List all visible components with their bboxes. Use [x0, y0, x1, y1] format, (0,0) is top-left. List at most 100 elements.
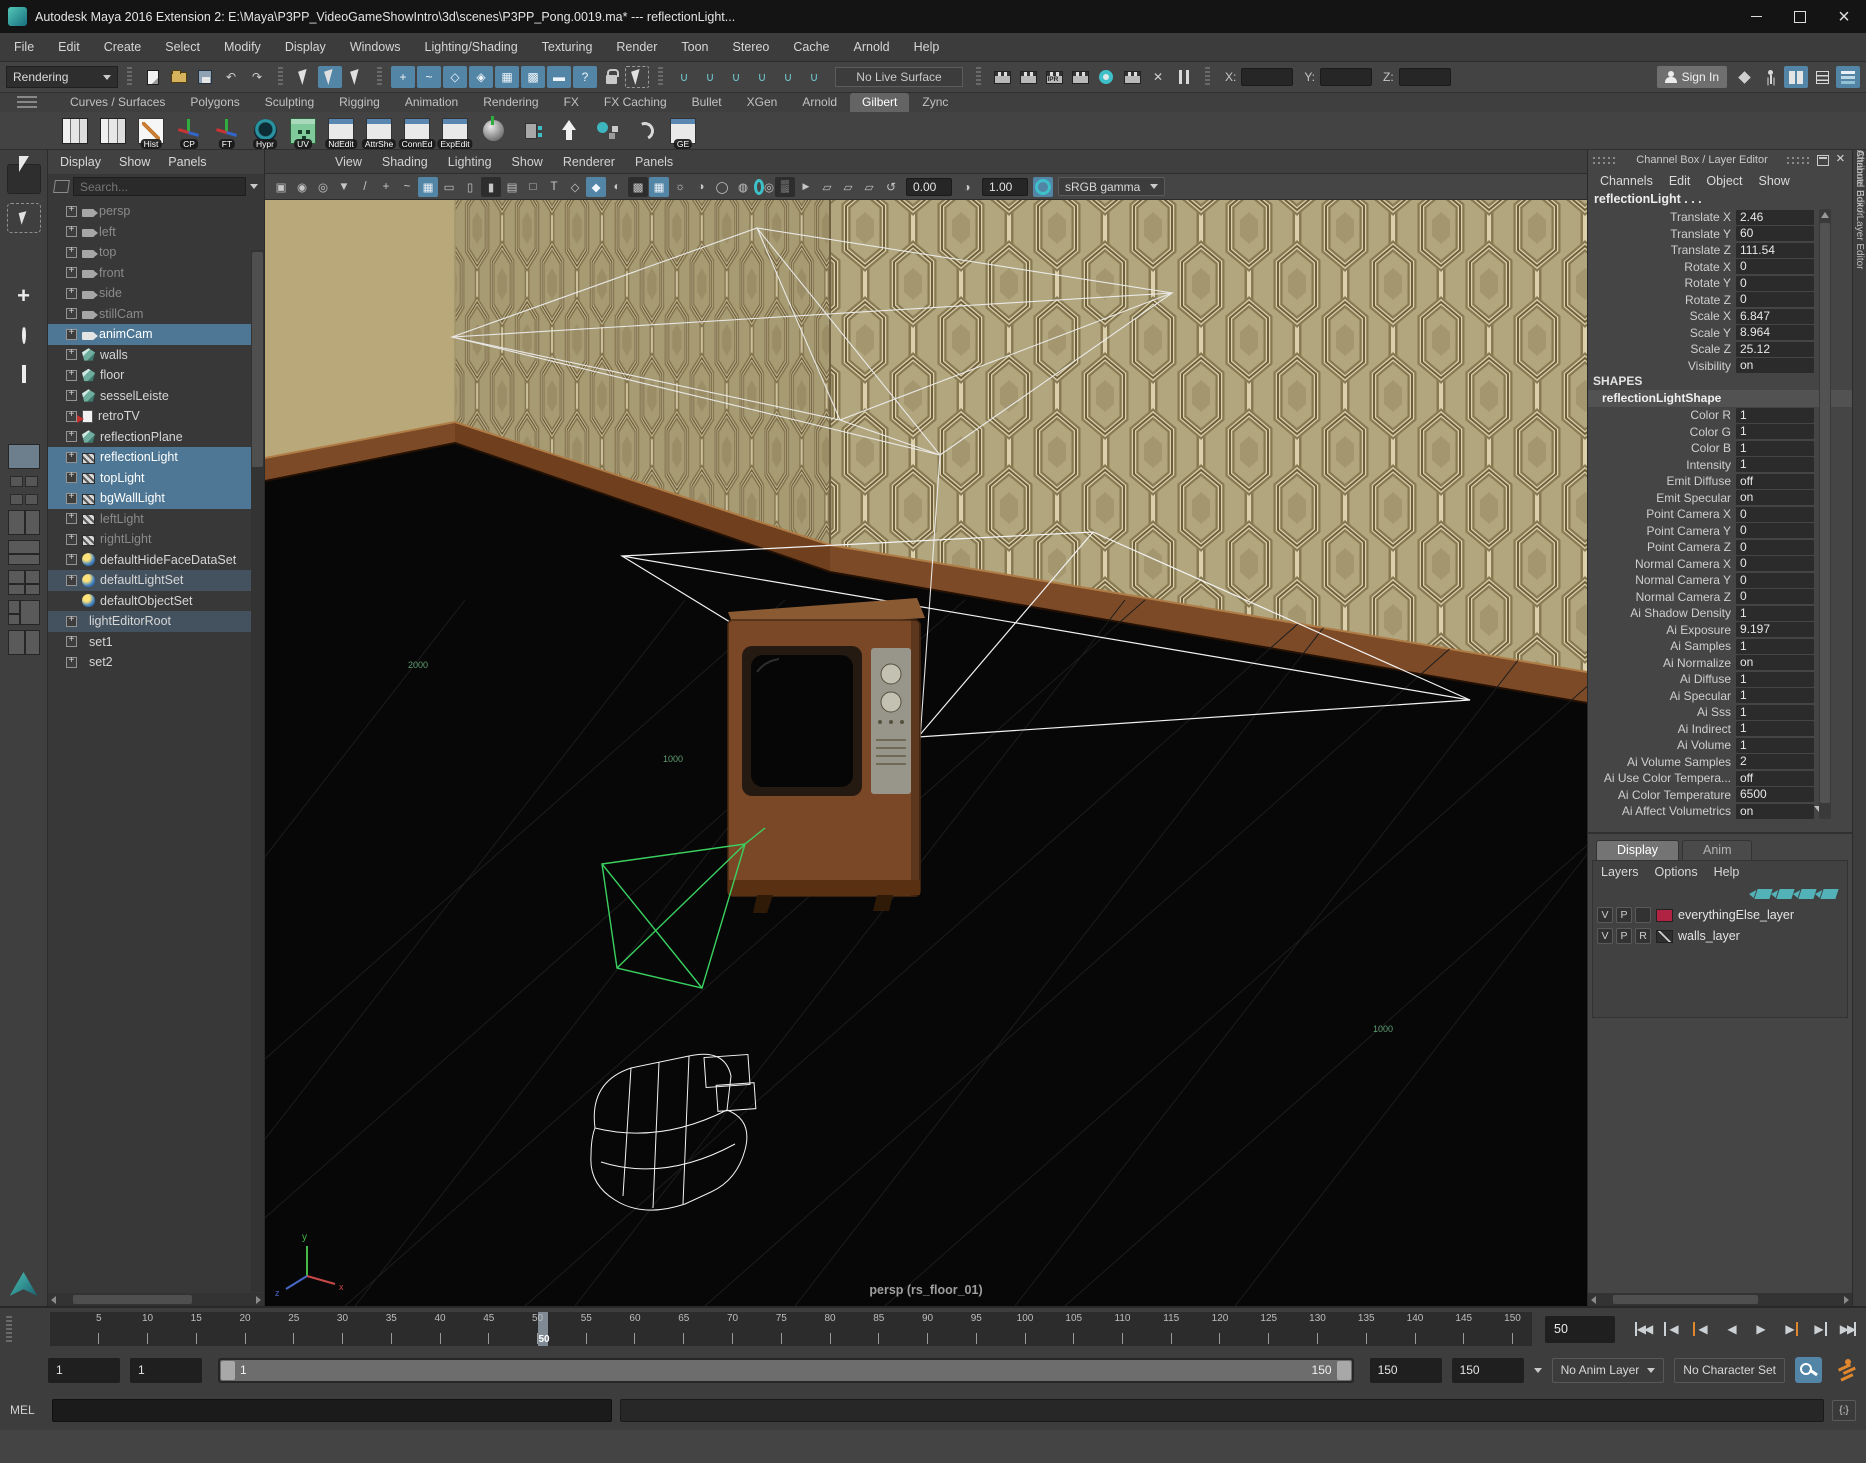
- animation-end-field[interactable]: 150: [1452, 1358, 1524, 1383]
- exposure-ring-icon[interactable]: ◎: [754, 177, 774, 197]
- outliner-item[interactable]: defaultObjectSet: [48, 591, 264, 612]
- safe-action-icon[interactable]: □: [523, 177, 543, 197]
- menu-item[interactable]: Lighting/Shading: [425, 40, 518, 54]
- textured-mode-icon[interactable]: ▩: [628, 177, 648, 197]
- create-layer-from-selected-icon[interactable]: [1820, 889, 1838, 899]
- panel-drag-handle[interactable]: [1593, 157, 1617, 164]
- outliner-item[interactable]: stillCam: [48, 304, 264, 325]
- outliner-menu[interactable]: Display: [60, 155, 101, 169]
- outliner-item[interactable]: left: [48, 222, 264, 243]
- layout-two-panes-stacked[interactable]: [8, 540, 40, 565]
- channel-row[interactable]: Point Camera X 0: [1588, 506, 1852, 523]
- range-end-handle[interactable]: [1337, 1361, 1351, 1380]
- channel-value-field[interactable]: 0: [1736, 276, 1814, 291]
- gamma-icon[interactable]: [957, 177, 977, 197]
- shelf-menu-icon[interactable]: [17, 96, 37, 110]
- chevron-down-icon[interactable]: [1534, 1368, 1542, 1373]
- launch-arnold[interactable]: ✕: [1146, 66, 1170, 88]
- channel-value-field[interactable]: 1: [1736, 408, 1814, 423]
- shelf-tab[interactable]: Sculpting: [253, 93, 326, 112]
- channel-box-toggle[interactable]: [1836, 66, 1860, 88]
- menu-item[interactable]: Texturing: [542, 40, 593, 54]
- channel-row[interactable]: Normal Camera Z 0: [1588, 589, 1852, 606]
- magnet-curve-snap[interactable]: ∪: [698, 66, 722, 88]
- channel-value-field[interactable]: 111.54: [1736, 243, 1814, 258]
- layout-outliner-persp[interactable]: [8, 600, 40, 625]
- expand-icon[interactable]: [66, 308, 77, 319]
- menu-item[interactable]: Help: [914, 40, 940, 54]
- go-to-start-button[interactable]: ◀◀: [1631, 1313, 1657, 1345]
- magnet-viewplane-snap[interactable]: ∪: [776, 66, 800, 88]
- expand-icon[interactable]: [66, 329, 77, 340]
- magnet-point-snap[interactable]: ∪: [724, 66, 748, 88]
- isolate-remove-icon[interactable]: ▱: [859, 177, 879, 197]
- layer-playback-toggle[interactable]: P: [1616, 907, 1632, 923]
- menu-item[interactable]: Toon: [681, 40, 708, 54]
- menu-item[interactable]: Select: [165, 40, 200, 54]
- isolate-add-icon[interactable]: ▱: [838, 177, 858, 197]
- exposure-field[interactable]: 0.00: [906, 178, 952, 196]
- layer-editor-tab[interactable]: Anim: [1682, 840, 1752, 860]
- color-management[interactable]: [1094, 66, 1118, 88]
- group-grip[interactable]: [278, 67, 283, 87]
- layer-editor-tab[interactable]: Display: [1596, 840, 1679, 860]
- redo[interactable]: ↷: [245, 66, 269, 88]
- channel-value-field[interactable]: 6.847: [1736, 309, 1814, 324]
- channel-value-field[interactable]: 1: [1736, 672, 1814, 687]
- layer-color-swatch[interactable]: [1656, 930, 1673, 943]
- layer-color-swatch[interactable]: [1656, 909, 1673, 922]
- cp-shelf-icon[interactable]: CP: [172, 114, 206, 148]
- open-scene[interactable]: [167, 66, 191, 88]
- construction-history[interactable]: ▬: [547, 66, 571, 88]
- expand-icon[interactable]: [66, 267, 77, 278]
- shape-node-name[interactable]: reflectionLightShape: [1588, 390, 1852, 407]
- collapsed-panel-tab[interactable]: Channel Box / Layer Editor: [1854, 150, 1865, 270]
- channel-value-field[interactable]: 0: [1736, 540, 1814, 555]
- snap-to-projected-center[interactable]: ◈: [469, 66, 493, 88]
- channel-value-field[interactable]: 0: [1736, 556, 1814, 571]
- channel-row[interactable]: Ai Color Temperature 6500: [1588, 787, 1852, 804]
- expand-icon[interactable]: [66, 472, 77, 483]
- layer-visibility-toggle[interactable]: V: [1597, 928, 1613, 944]
- animation-start-field[interactable]: 1: [48, 1358, 120, 1383]
- channel-value-field[interactable]: 1: [1736, 457, 1814, 472]
- layer-visibility-toggle[interactable]: V: [1597, 907, 1613, 923]
- channel-row[interactable]: Ai Indirect 1: [1588, 721, 1852, 738]
- pane-layout-shelf-icon[interactable]: [58, 114, 92, 148]
- walls_layer[interactable]: V P R walls_layer: [1593, 926, 1847, 947]
- expand-icon[interactable]: [66, 452, 77, 463]
- magnet-grid-snap[interactable]: ∪: [672, 66, 696, 88]
- occlusion-icon[interactable]: ◍: [733, 177, 753, 197]
- channel-box-scrollbar[interactable]: [1819, 209, 1831, 819]
- retro-tv-model[interactable]: [728, 598, 925, 913]
- auto-keyframe-toggle[interactable]: [1795, 1357, 1822, 1383]
- range-start-handle[interactable]: [221, 1361, 235, 1380]
- expand-icon[interactable]: [66, 575, 77, 586]
- timeline-grip[interactable]: [6, 1316, 12, 1342]
- rotate-tool[interactable]: [7, 320, 41, 350]
- layer-editor-menu[interactable]: Options: [1655, 865, 1698, 879]
- channel-row[interactable]: Point Camera Y 0: [1588, 523, 1852, 540]
- menu-item[interactable]: Modify: [224, 40, 261, 54]
- render-settings[interactable]: [1068, 66, 1092, 88]
- outliner-item[interactable]: floor: [48, 365, 264, 386]
- channel-value-field[interactable]: 1: [1736, 606, 1814, 621]
- layer-display-mode-toggle[interactable]: R: [1635, 928, 1651, 944]
- layer-display-mode-toggle[interactable]: [1635, 907, 1651, 923]
- pause-viewport[interactable]: [1172, 66, 1196, 88]
- sign-in-button[interactable]: Sign In: [1657, 66, 1727, 88]
- view-transform-select[interactable]: sRGB gamma: [1058, 177, 1165, 196]
- command-language-toggle[interactable]: MEL: [10, 1403, 44, 1417]
- uv-editor-shelf-icon[interactable]: UV: [286, 114, 320, 148]
- add-bookmark-icon[interactable]: +: [376, 177, 396, 197]
- select-by-object[interactable]: [318, 66, 342, 88]
- script-editor-icon[interactable]: [1832, 1400, 1856, 1421]
- modeling-toolkit[interactable]: [1732, 66, 1756, 88]
- ipr-render[interactable]: IPR: [1042, 66, 1066, 88]
- channel-row[interactable]: Ai Use Color Tempera... off: [1588, 770, 1852, 787]
- scroll-left-icon[interactable]: [1591, 1296, 1596, 1304]
- snap-to-points[interactable]: ◇: [443, 66, 467, 88]
- channel-row[interactable]: Ai Exposure 9.197: [1588, 622, 1852, 639]
- outliner-item[interactable]: retroTV: [48, 406, 264, 427]
- channel-row[interactable]: Ai Sss 1: [1588, 704, 1852, 721]
